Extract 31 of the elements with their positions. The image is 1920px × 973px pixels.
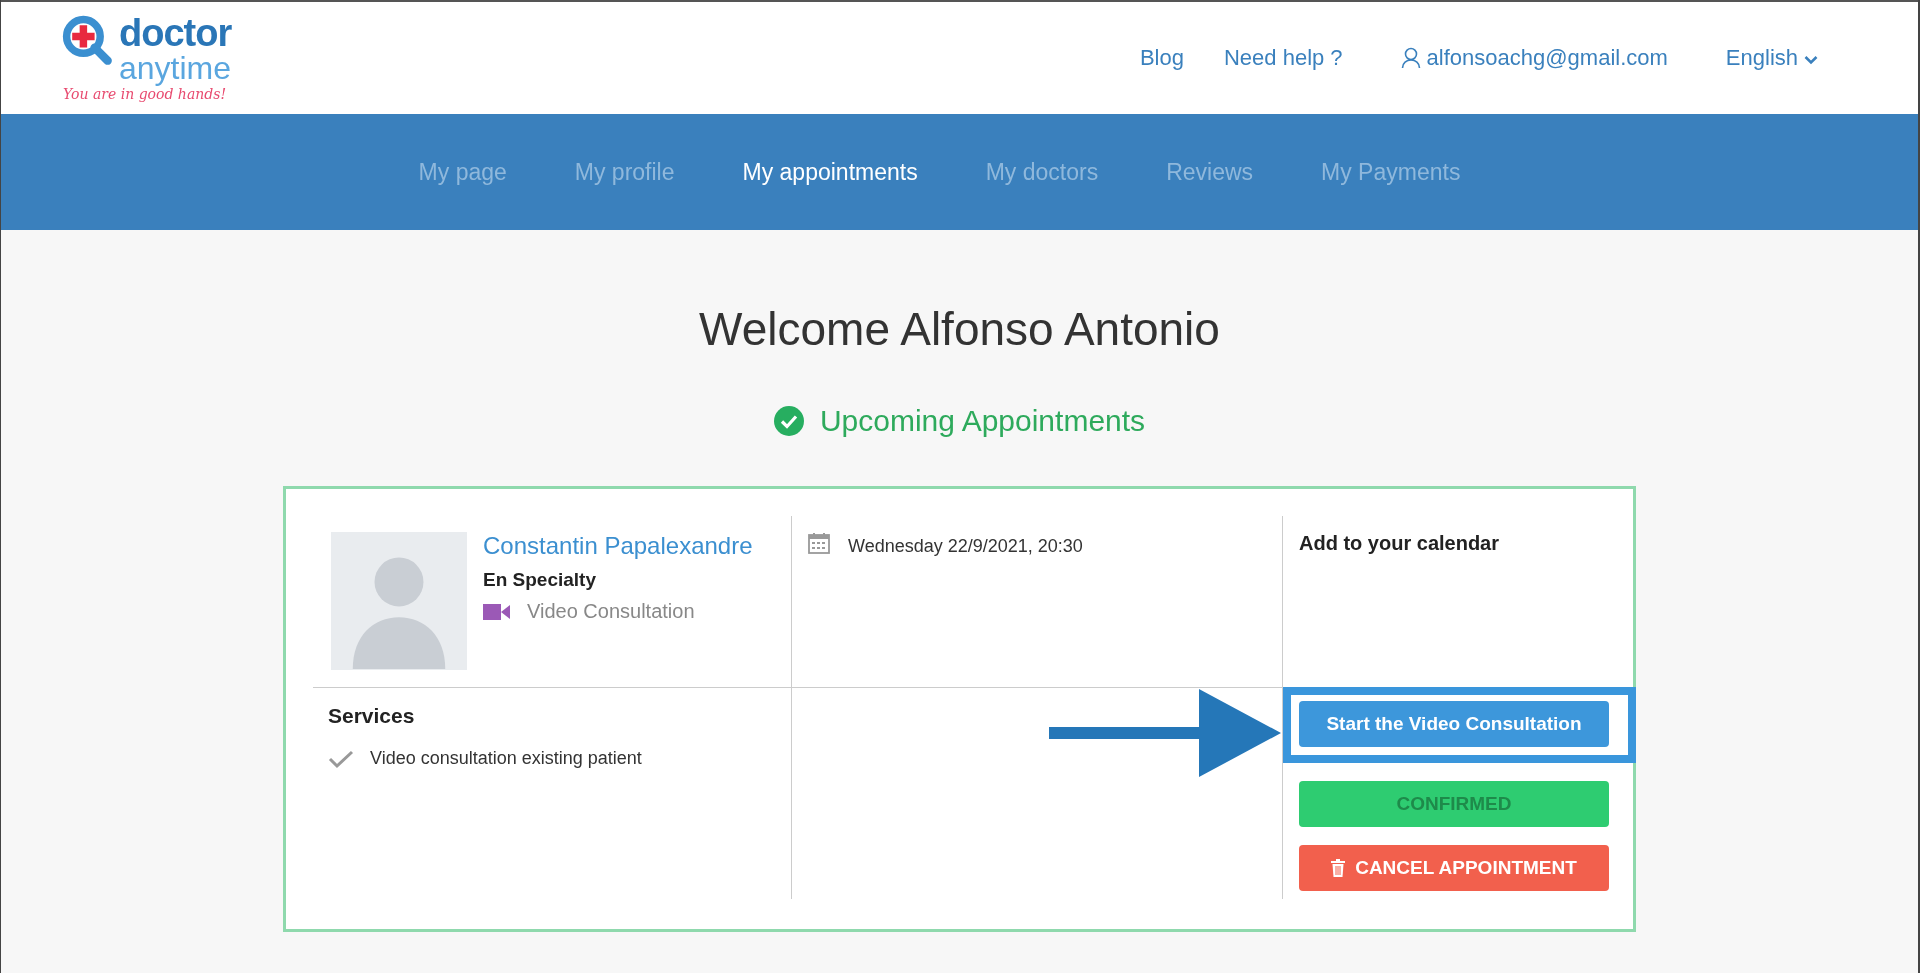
header-link[interactable]: Blog: [1139, 45, 1184, 71]
user-icon: [1400, 47, 1421, 69]
user-account-link[interactable]: alfonsoachg@gmail.com: [1400, 45, 1668, 71]
doctor-name-link[interactable]: Constantin Papalexandre: [483, 532, 753, 560]
logo-tagline: You are in good hands!: [62, 86, 228, 102]
calendar-icon: [808, 532, 830, 554]
nav-tab[interactable]: My doctors: [985, 158, 1099, 186]
welcome-heading: Welcome Alfonso Antonio: [699, 302, 1220, 356]
header-link[interactable]: Need help ?: [1223, 45, 1343, 71]
video-camera-icon: [483, 602, 511, 621]
specialty-label: En Specialty: [483, 569, 597, 591]
nav-tab[interactable]: My profile: [574, 158, 675, 186]
checkmark-icon: [328, 748, 354, 769]
section-title: Upcoming Appointments: [819, 404, 1146, 438]
chevron-down-icon: [1804, 55, 1818, 65]
cancel-appointment-button[interactable]: CANCEL APPOINTMENT: [1299, 845, 1609, 891]
nav-tab[interactable]: Reviews: [1166, 158, 1254, 186]
trash-icon: [1331, 859, 1346, 877]
calendar-heading: Add to your calendar: [1299, 532, 1501, 555]
appointment-datetime: Wednesday 22/9/2021, 20:30: [848, 536, 1083, 557]
logo-text-anytime[interactable]: anytime: [119, 52, 232, 84]
logo-text-doctor[interactable]: doctor: [119, 14, 232, 52]
nav-tab[interactable]: My page: [418, 158, 507, 186]
language-dropdown[interactable]: English: [1725, 45, 1818, 71]
status-badge: CONFIRMED: [1299, 781, 1609, 827]
service-item: Video consultation existing patient: [370, 748, 642, 769]
nav-tab[interactable]: My Payments: [1321, 158, 1461, 186]
services-heading: Services: [328, 704, 416, 728]
start-video-button[interactable]: Start the Video Consultation: [1299, 701, 1609, 747]
check-circle-icon: [773, 406, 804, 436]
consultation-type: Video Consultation: [527, 600, 695, 623]
